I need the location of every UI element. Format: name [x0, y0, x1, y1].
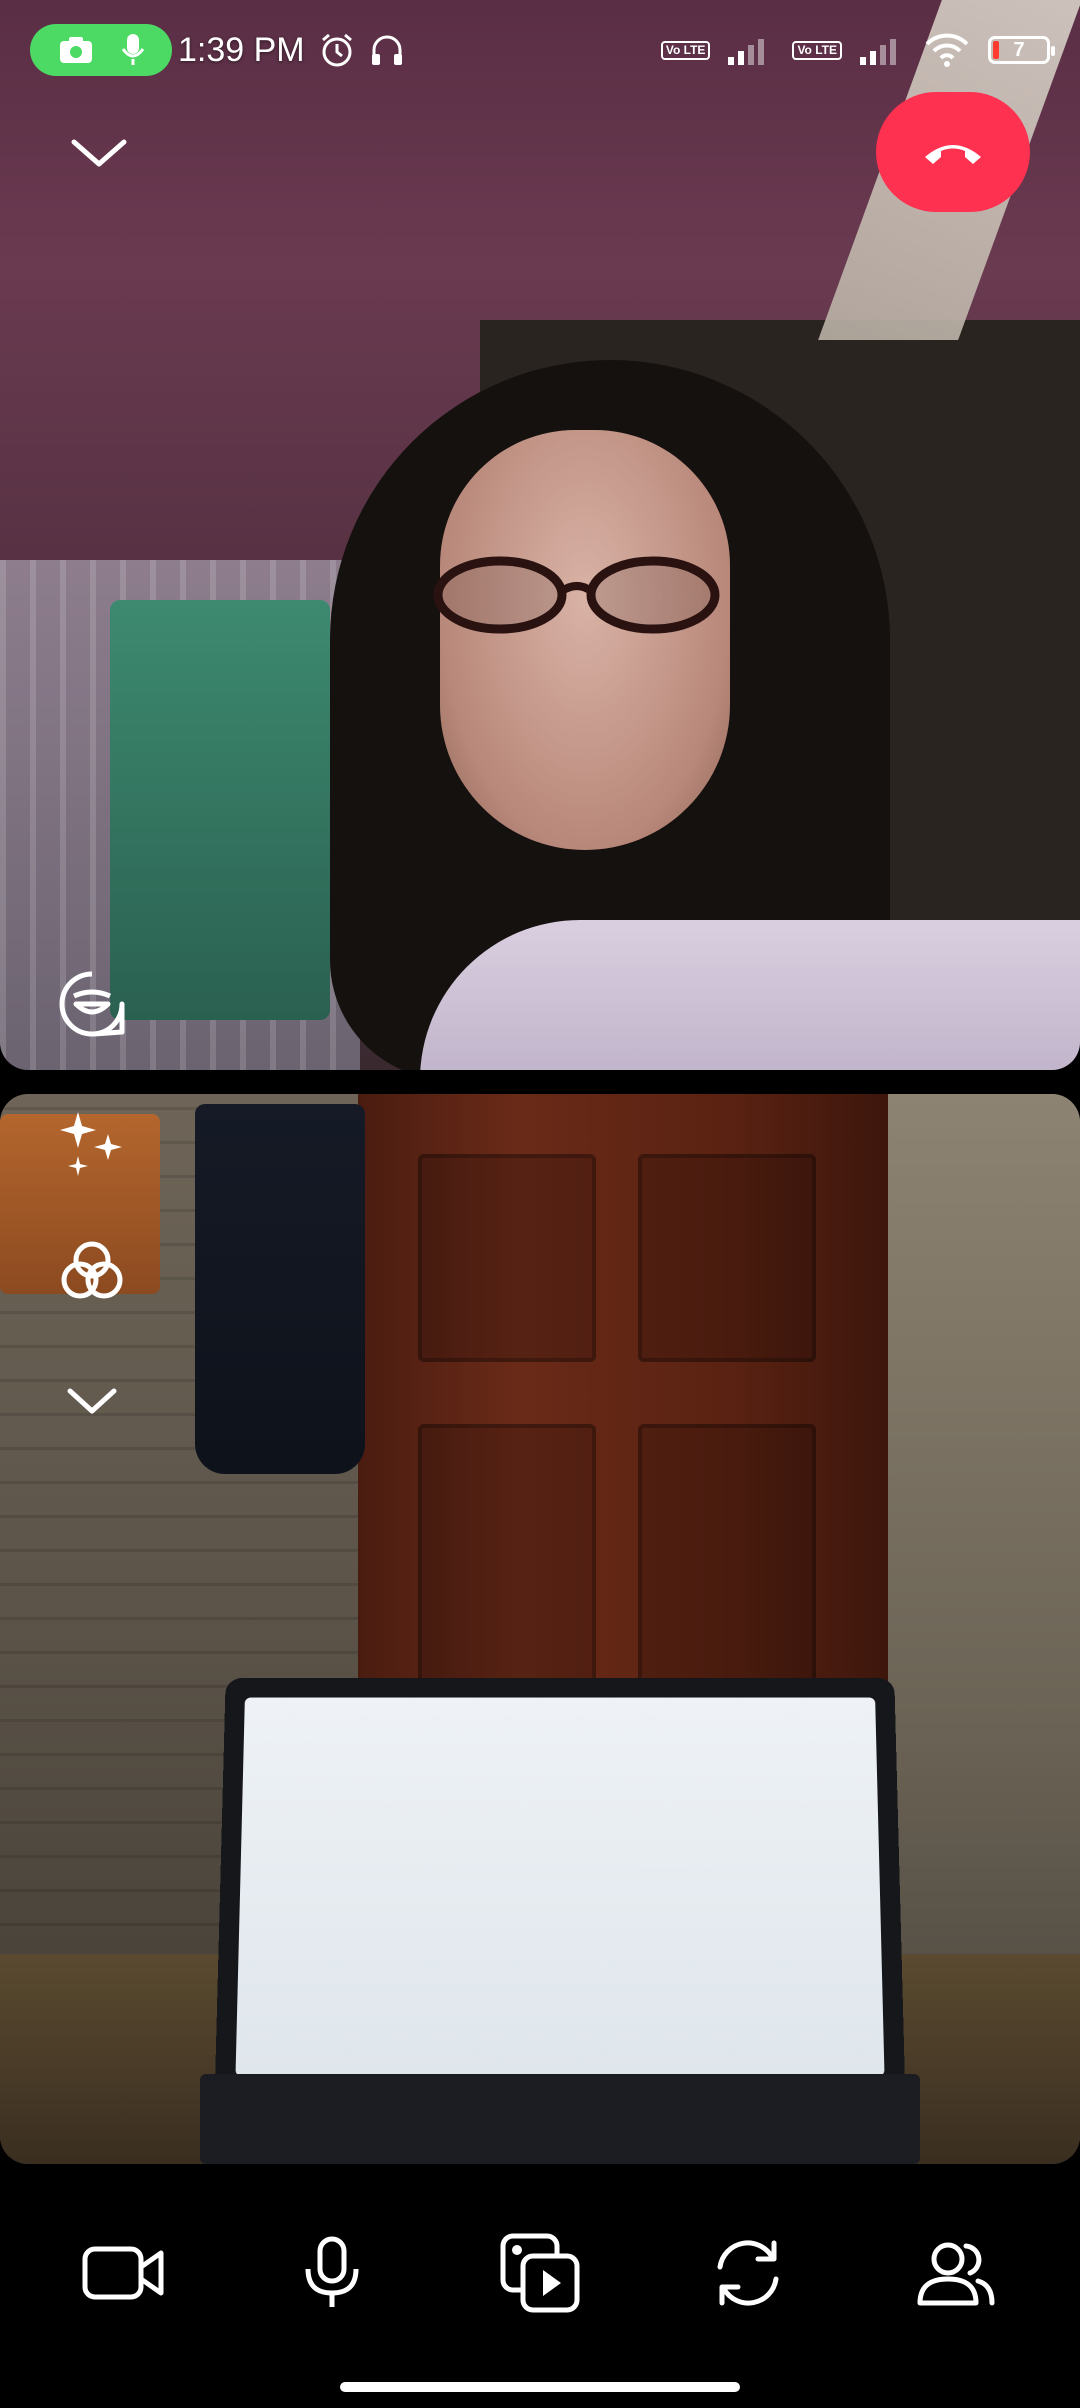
collapse-tools-button[interactable] [56, 1364, 128, 1436]
toggle-microphone-button[interactable] [277, 2218, 387, 2328]
local-video[interactable] [0, 1094, 1080, 2164]
background-green-cloth [110, 600, 330, 1020]
participants-button[interactable] [901, 2218, 1011, 2328]
minimize-call-button[interactable] [66, 128, 132, 178]
home-indicator[interactable] [340, 2382, 740, 2392]
laptop [214, 1678, 906, 2118]
active-media-indicator [30, 24, 172, 76]
volte-badge: Vo LTE [792, 40, 842, 60]
status-bar: 1:39 PM Vo LTE Vo LTE 7 [0, 0, 1080, 100]
end-call-button[interactable] [876, 92, 1030, 212]
headset-icon [371, 35, 402, 65]
laptop-base [200, 2074, 920, 2164]
filters-button[interactable] [56, 1236, 128, 1308]
flip-camera-icon [717, 2240, 779, 2306]
background-clothes [195, 1104, 365, 1474]
sparkles-icon [60, 1112, 122, 1176]
chevron-down-icon [67, 1388, 117, 1414]
sticker-button[interactable] [56, 968, 128, 1040]
battery-indicator: 7 [988, 36, 1055, 64]
signal-strength-icon [728, 39, 765, 65]
mic-in-use-icon [121, 34, 144, 65]
effects-button[interactable] [56, 1108, 128, 1180]
phone-hangup-icon [925, 145, 981, 164]
wifi-icon [925, 33, 969, 67]
status-time: 1:39 PM [178, 30, 305, 69]
participant-shirt [420, 920, 1080, 1070]
flip-camera-button[interactable] [693, 2218, 803, 2328]
share-media-button[interactable] [485, 2218, 595, 2328]
sticker-face-icon [59, 971, 125, 1037]
laptop-display [235, 1697, 885, 2077]
alarm-icon [321, 33, 352, 67]
camera-in-use-icon [59, 37, 92, 63]
volte-badge: Vo LTE [660, 40, 711, 60]
door-panel [638, 1154, 816, 1362]
media-share-icon [500, 2233, 580, 2313]
microphone-icon [305, 2236, 359, 2307]
battery-level: 7 [1013, 38, 1025, 61]
participant-face [440, 430, 730, 850]
self-view-tools [52, 1108, 132, 1436]
door-panel [418, 1154, 596, 1362]
participants-icon [917, 2242, 995, 2306]
chevron-down-icon [71, 139, 127, 167]
filter-circles-icon [61, 1241, 123, 1299]
toggle-camera-button[interactable] [69, 2218, 179, 2328]
video-camera-icon [82, 2246, 164, 2300]
battery-fill [993, 41, 999, 59]
signal-strength-icon [860, 39, 896, 65]
call-toolbar [0, 2164, 1080, 2408]
participant-glasses [433, 556, 720, 634]
